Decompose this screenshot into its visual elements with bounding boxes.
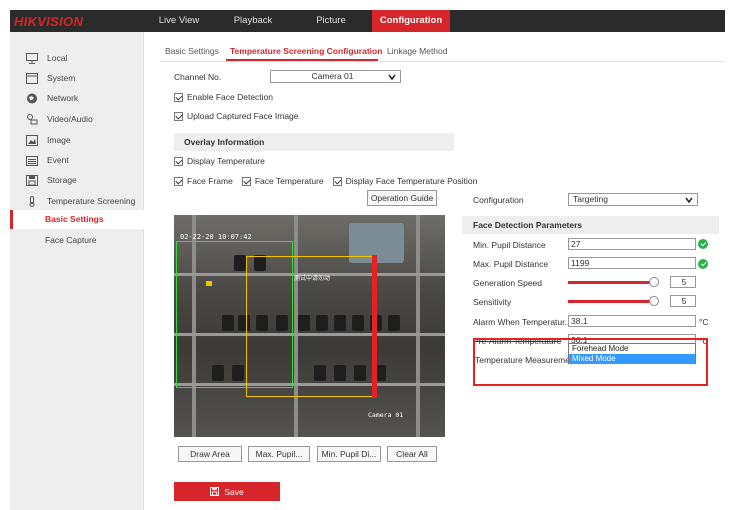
upload-face-image-row: Upload Captured Face Image [174,111,299,121]
configuration-value: Targeting [573,194,608,204]
video-timestamp: 02-22-20 10:07:42 [180,233,252,241]
face-frame-checkbox[interactable] [174,176,183,186]
floppy-disk-icon [25,174,38,186]
chevron-down-icon [685,197,693,204]
draw-area-button[interactable]: Draw Area [178,446,242,462]
nav-live-view[interactable]: Live View [151,10,207,32]
brand-logo: HIKVISION [14,14,84,29]
sidebar-item-label: Image [47,135,71,145]
annotation-highlight-box [473,338,708,386]
chevron-down-icon [388,74,396,81]
display-temperature-label: Display Temperature [187,156,265,166]
min-pupil-input[interactable]: 27 [568,238,696,250]
sidebar-subitem-face-capture[interactable]: Face Capture [10,231,144,250]
configuration-select[interactable]: Targeting [568,193,698,206]
live-video-preview[interactable]: 02-22-20 10:07:42 测试中请勿动 Camera 01 [174,215,445,437]
min-pupil-button[interactable]: Min. Pupil Di... [317,446,381,462]
top-bar [10,10,725,32]
generation-speed-label: Generation Speed [473,278,542,288]
sidebar-item-label: System [47,73,76,83]
video-camera-label: Camera 01 [368,411,404,419]
sensitivity-slider[interactable] [568,296,668,308]
sensitivity-label: Sensitivity [473,297,512,307]
channel-value: Camera 01 [311,71,354,81]
sidebar-item-label: Video/Audio [47,114,93,124]
max-pupil-button[interactable]: Max. Pupil... [248,446,310,462]
tab-linkage-method[interactable]: Linkage Method [387,44,448,58]
face-detection-params-title: Face Detection Parameters [462,216,719,234]
enable-face-detection-checkbox[interactable] [174,92,183,102]
overlay-section-title: Overlay Information [174,133,454,151]
image-icon [25,134,38,146]
max-pupil-input[interactable]: 1199 [568,257,696,269]
slider-thumb[interactable] [649,296,659,306]
sidebar-item-label: Local [47,53,68,63]
alarm-temperature-label: Alarm When Temperatur... [473,317,572,327]
clear-all-button[interactable]: Clear All [387,446,437,462]
sidebar-subitem-basic-settings[interactable]: Basic Settings [10,210,144,229]
enable-face-detection-row: Enable Face Detection [174,92,273,102]
generation-speed-input[interactable]: 5 [670,276,696,288]
min-pupil-label: Min. Pupil Distance [473,240,546,250]
sidebar-item-label: Network [47,93,79,103]
sidebar-item-system[interactable]: System [10,68,144,88]
sidebar-item-local[interactable]: Local [10,48,144,68]
face-temperature-checkbox[interactable] [241,176,251,186]
sidebar-item-label: Temperature Screening [47,196,136,206]
display-temperature-row: Display Temperature [174,156,265,166]
floppy-disk-icon [210,487,220,496]
valid-check-icon [698,259,708,269]
max-pupil-frame [246,256,376,397]
display-position-checkbox[interactable] [332,176,342,186]
enable-face-detection-label: Enable Face Detection [187,92,273,102]
save-label: Save [224,486,244,497]
sidebar-item-temperature-screening[interactable]: Temperature Screening [10,191,144,211]
display-temperature-checkbox[interactable] [174,156,183,166]
min-pupil-marker [372,255,377,398]
slider-thumb[interactable] [649,277,659,287]
sidebar-item-label: Storage [47,175,77,185]
nav-configuration[interactable]: Configuration [372,10,450,32]
globe-icon [25,93,38,104]
max-pupil-label: Max. Pupil Distance [473,259,549,269]
sidebar-item-network[interactable]: Network [10,88,144,108]
face-frame-label: Face Frame [187,176,233,186]
operation-guide-button[interactable]: Operation Guide [367,190,437,206]
overlay-options-row: Face Frame Face Temperature Display Face… [174,176,477,186]
alarm-temperature-unit: °C [699,317,709,327]
slider-track [568,300,651,303]
nav-picture[interactable]: Picture [302,10,360,32]
sidebar-item-video-audio[interactable]: Video/Audio [10,109,144,129]
channel-label: Channel No. [174,72,222,82]
face-temperature-label: Face Temperature [254,176,324,186]
upload-face-image-label: Upload Captured Face Image [187,111,299,121]
generation-speed-slider[interactable] [568,277,668,289]
alarm-temperature-input[interactable]: 38.1 [568,315,696,327]
sidebar-item-label: Event [47,155,69,165]
monitor-icon [25,52,38,64]
upload-face-image-checkbox[interactable] [174,111,183,121]
camera-audio-icon [25,113,38,125]
sidebar-item-event[interactable]: Event [10,150,144,170]
slider-track [568,281,651,284]
channel-select[interactable]: Camera 01 [270,70,401,83]
sensitivity-input[interactable]: 5 [670,295,696,307]
tab-temperature-screening-configuration[interactable]: Temperature Screening Configuration [230,44,382,58]
tab-basic-settings[interactable]: Basic Settings [165,44,219,58]
sidebar-item-storage[interactable]: Storage [10,170,144,190]
tab-divider [160,61,725,62]
configuration-label: Configuration [473,195,524,205]
save-button[interactable]: Save [174,482,280,501]
thermometer-icon [25,195,38,207]
sidebar-item-image[interactable]: Image [10,130,144,150]
window-icon [25,72,38,84]
calendar-icon [25,155,38,166]
valid-check-icon [698,239,708,249]
nav-playback[interactable]: Playback [222,10,284,32]
display-position-label: Display Face Temperature Position [345,176,478,186]
